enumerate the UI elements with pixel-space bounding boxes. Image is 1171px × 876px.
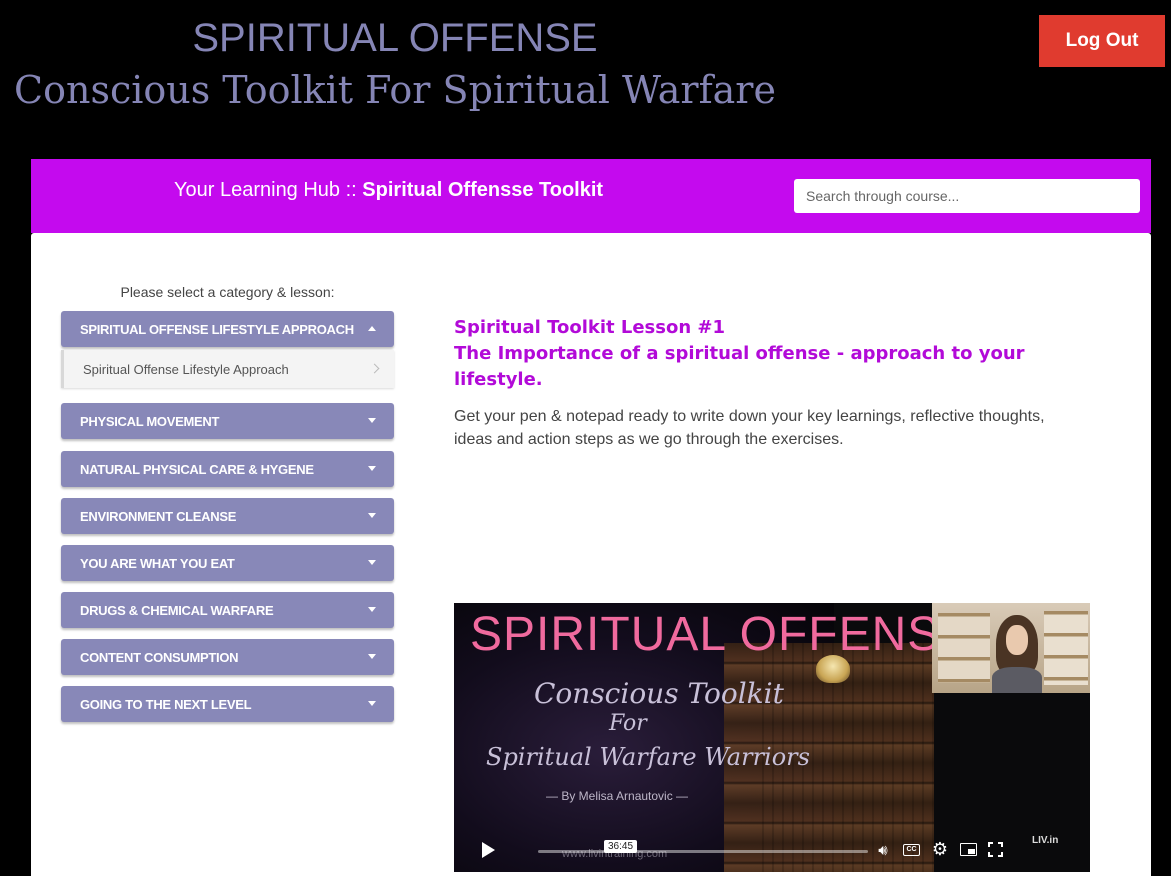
caret-down-icon (368, 701, 376, 706)
webcam-shelf-left (938, 613, 990, 683)
thumbnail-title: SPIRITUAL OFFENSE (470, 608, 974, 661)
hub-title: Your Learning Hub :: Spiritual Offensse … (174, 179, 603, 202)
thumbnail-subtitle-2: For (609, 711, 647, 736)
presenter-figure (992, 615, 1042, 693)
category-label: YOU ARE WHAT YOU EAT (80, 555, 235, 571)
thumbnail-subtitle-3: Spiritual Warfare Warriors (486, 743, 810, 771)
course-search-input[interactable] (794, 179, 1140, 213)
video-controls: 36:45 🔊︎ CC ⚙ (454, 829, 1090, 872)
category-label: ENVIRONMENT CLEANSE (80, 508, 237, 524)
lesson-heading: Spiritual Toolkit Lesson #1 The Importan… (454, 315, 1074, 393)
category-prompt: Please select a category & lesson: (120, 284, 335, 300)
category-environment-cleanse[interactable]: ENVIRONMENT CLEANSE (61, 498, 394, 534)
volume-icon[interactable]: 🔊︎ (873, 840, 893, 860)
lesson-title: The Importance of a spiritual offense - … (454, 343, 1025, 390)
caret-up-icon (368, 326, 376, 331)
fullscreen-icon[interactable] (988, 842, 1003, 857)
category-physical-movement[interactable]: PHYSICAL MOVEMENT (61, 403, 394, 439)
video-player[interactable]: SPIRITUAL OFFENSE Conscious Toolkit For … (454, 603, 1090, 872)
play-icon[interactable] (482, 842, 495, 858)
category-going-to-next-level[interactable]: GOING TO THE NEXT LEVEL (61, 686, 394, 722)
category-label: SPIRITUAL OFFENSE LIFESTYLE APPROACH (80, 321, 354, 337)
logout-button[interactable]: Log Out (1039, 15, 1165, 67)
lesson-description: Get your pen & notepad ready to write do… (454, 408, 1045, 448)
site-title-line1: SPIRITUAL OFFENSE (192, 16, 598, 60)
video-progress-bar[interactable]: 36:45 (538, 840, 868, 853)
category-label: PHYSICAL MOVEMENT (80, 413, 220, 429)
caret-down-icon (368, 513, 376, 518)
category-label: DRUGS & CHEMICAL WARFARE (80, 602, 274, 618)
category-content-consumption[interactable]: CONTENT CONSUMPTION (61, 639, 394, 675)
category-natural-physical-care[interactable]: NATURAL PHYSICAL CARE & HYGENE (61, 451, 394, 487)
site-title-line2: Conscious Toolkit For Spiritual Warfare (14, 68, 776, 112)
caret-down-icon (368, 560, 376, 565)
thumbnail-byline: — By Melisa Arnautovic — (546, 789, 689, 803)
thumbnail-subtitle-1: Conscious Toolkit (534, 677, 784, 710)
lesson-item-label: Spiritual Offense Lifestyle Approach (83, 361, 289, 377)
category-spiritual-offense-lifestyle-approach[interactable]: SPIRITUAL OFFENSE LIFESTYLE APPROACH (61, 311, 394, 347)
hub-prefix: Your Learning Hub :: (174, 179, 357, 201)
video-duration-badge: 36:45 (604, 840, 638, 853)
captions-icon[interactable]: CC (903, 844, 920, 856)
category-label: CONTENT CONSUMPTION (80, 649, 239, 665)
course-name: Spiritual Offensse Toolkit (362, 179, 604, 201)
gear-icon[interactable]: ⚙ (930, 840, 950, 860)
category-drugs-chemical-warfare[interactable]: DRUGS & CHEMICAL WARFARE (61, 592, 394, 628)
webcam-shelf-right (1044, 611, 1088, 685)
category-you-are-what-you-eat[interactable]: YOU ARE WHAT YOU EAT (61, 545, 394, 581)
category-label: NATURAL PHYSICAL CARE & HYGENE (80, 461, 314, 477)
lesson-number: Spiritual Toolkit Lesson #1 (454, 317, 726, 338)
picture-in-picture-icon[interactable] (960, 843, 977, 856)
caret-down-icon (368, 607, 376, 612)
presenter-face (1006, 625, 1028, 655)
caret-down-icon (368, 654, 376, 659)
presenter-webcam (932, 603, 1090, 693)
category-label: GOING TO THE NEXT LEVEL (80, 696, 252, 712)
content-card: Please select a category & lesson: SPIRI… (31, 233, 1151, 876)
caret-down-icon (368, 466, 376, 471)
presenter-body (992, 667, 1042, 693)
learning-hub-bar: Your Learning Hub :: Spiritual Offensse … (31, 159, 1151, 233)
chevron-right-icon (369, 363, 380, 374)
caret-down-icon (368, 418, 376, 423)
lesson-item-spiritual-offense-lifestyle-approach[interactable]: Spiritual Offense Lifestyle Approach (61, 350, 394, 388)
